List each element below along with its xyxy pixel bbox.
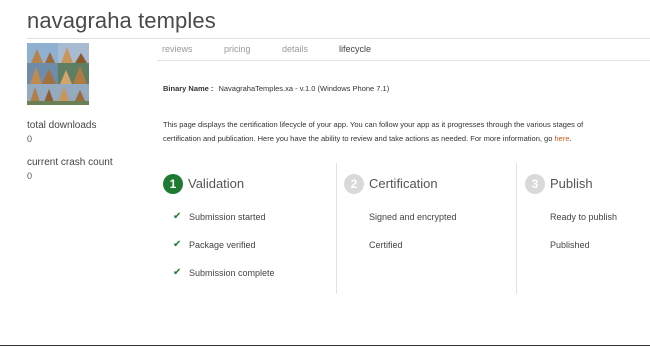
stage-number-badge: 1 [163, 174, 183, 194]
stage-item: Certified [369, 240, 403, 250]
check-icon: ✔ [173, 211, 182, 222]
binary-name-value: NavagrahaTemples.xa - v.1.0 (Windows Pho… [218, 84, 390, 93]
stage-title: Publish [550, 176, 593, 191]
stage-divider [516, 163, 517, 294]
check-icon: ✔ [173, 267, 182, 278]
description-line-1: This page displays the certification lif… [163, 120, 584, 129]
tabs-divider [157, 60, 650, 61]
more-info-link[interactable]: here [554, 134, 569, 143]
stage-title: Certification [369, 176, 438, 191]
crash-count-label: current crash count [27, 157, 113, 168]
stage-item: Submission complete [189, 268, 275, 278]
stage-divider [336, 163, 337, 294]
stage-number-badge: 2 [344, 174, 364, 194]
app-title: navagraha temples [27, 8, 216, 33]
total-downloads-value: 0 [27, 134, 33, 144]
description-line-2-text: certification and publication. Here you … [163, 134, 553, 143]
stage-title: Validation [188, 176, 245, 191]
stage-item: Ready to publish [550, 212, 618, 222]
lifecycle-description: This page displays the certification lif… [163, 118, 650, 146]
stage-item: Package verified [189, 240, 256, 250]
title-divider [27, 38, 650, 39]
stage-item: Signed and encrypted [369, 212, 457, 222]
stage-number-badge: 3 [525, 174, 545, 194]
tab-lifecycle[interactable]: lifecycle [339, 44, 371, 54]
tab-details[interactable]: details [282, 44, 308, 54]
binary-name-label: Binary Name : [163, 84, 214, 93]
crash-count-value: 0 [27, 171, 33, 181]
app-thumbnail [27, 43, 89, 105]
binary-name: Binary Name : NavagrahaTemples.xa - v.1.0… [163, 84, 389, 93]
check-icon: ✔ [173, 239, 182, 250]
stage-item: Submission started [189, 212, 266, 222]
bottom-border [0, 345, 650, 346]
tab-reviews[interactable]: reviews [162, 44, 193, 54]
total-downloads-label: total downloads [27, 120, 97, 131]
tab-pricing[interactable]: pricing [224, 44, 251, 54]
description-line-2: certification and publication. Here you … [163, 132, 650, 146]
stage-item: Published [550, 240, 590, 250]
description-end: . [569, 134, 572, 143]
